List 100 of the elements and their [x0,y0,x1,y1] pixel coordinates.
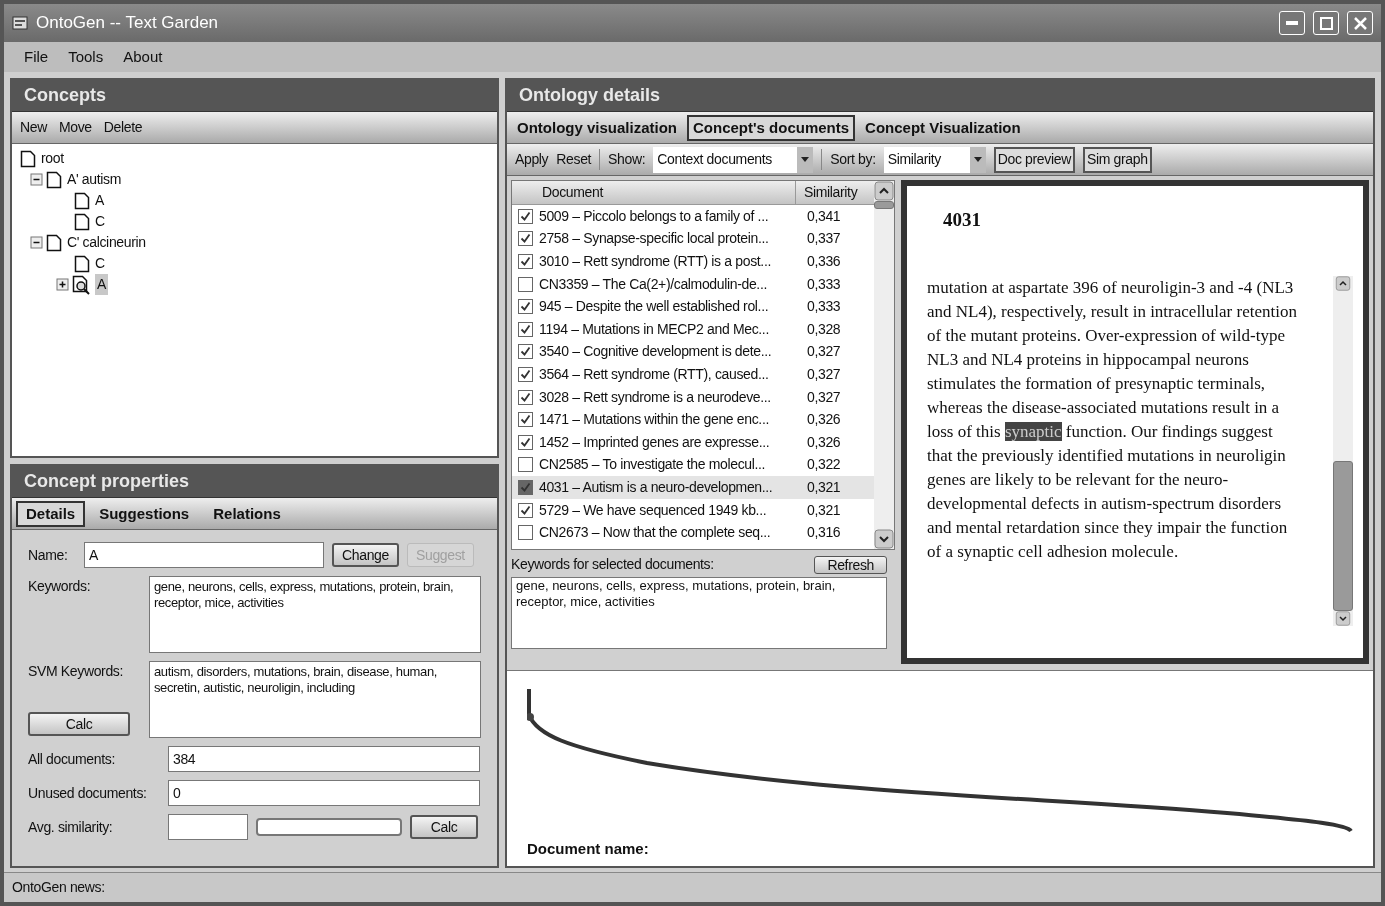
check-icon [520,391,531,403]
checkbox[interactable] [518,231,533,247]
document-icon [46,170,62,189]
table-cell-text: 945 – Despite the well established rol... [539,297,770,317]
keywords-box[interactable]: autism, disorders, mutations, brain, disease, human, secretin, autistic, neuroligin, including [148,661,481,738]
checkbox[interactable] [518,299,533,315]
dropdown[interactable]: Similarity [883,146,986,173]
maximize-button[interactable] [1313,11,1339,35]
checkbox[interactable] [518,479,533,495]
checkbox[interactable] [518,434,533,450]
dropdown[interactable]: Context documents [653,146,814,173]
checkbox[interactable] [518,321,533,337]
menu-item[interactable]: File [16,45,57,69]
document-title: 4031 [942,208,982,232]
column-header[interactable]: Similarity [796,181,870,204]
window-title: OntoGen -- Text Garden [36,12,219,35]
close-button[interactable] [1347,11,1373,35]
tree-item[interactable]: C [93,211,107,232]
document-icon [74,254,90,273]
toolbar-button[interactable]: Reset [556,149,592,170]
table-row[interactable]: 5729 – We have sequenced 1949 kb... 0,321 [512,498,874,522]
tab[interactable]: Relations [203,500,291,527]
checkbox[interactable] [518,525,533,541]
table-row[interactable]: 3564 – Rett syndrome (RTT), caused... 0,327 [512,363,874,386]
keywords-box[interactable]: gene, neurons, cells, express, mutations, protein, brain, receptor, mice, activities [148,576,481,653]
table-cell-text: 0,328 [806,319,842,339]
collapse-icon[interactable] [30,173,43,186]
scroll-up-icon [1333,276,1353,291]
table-row[interactable]: CN2585 – To investigate the molecul... 0,322 [512,453,874,477]
check-icon [520,323,531,335]
tree-item[interactable]: C' calcineurin [65,232,148,253]
scrollbar[interactable] [874,181,894,549]
table-row[interactable]: CN3359 – The Ca(2+)/calmodulin-de... 0,333 [512,272,874,296]
menu-item[interactable]: About [115,45,171,69]
table-row[interactable]: 1194 – Mutations in MECP2 and Mec... 0,328 [512,317,874,341]
value-field[interactable]: 0 [168,780,480,806]
checkbox[interactable] [518,366,533,382]
document-icon [74,212,90,231]
table-cell-text: 4031 – Autism is a neuro-developmen... [539,477,774,497]
scroll-thumb[interactable] [874,201,894,209]
tree-item[interactable]: C [93,253,107,274]
expand-icon[interactable] [56,278,69,291]
toolbar-button[interactable]: Apply [515,149,549,170]
checkbox[interactable] [518,276,533,292]
document-icon [74,191,90,210]
scrollbar[interactable] [1333,276,1353,626]
close-icon [1353,16,1367,30]
toolbar-button[interactable]: Delete [103,117,143,138]
table-row[interactable]: 945 – Despite the well established rol... 0,333 [512,295,874,318]
tree-item[interactable]: A' autism [65,169,123,190]
refresh-button[interactable]: Refresh [814,555,887,574]
table-cell-text: 2758 – Synapse-specific local protein... [539,229,770,249]
table-row[interactable]: 2758 – Synapse-specific local protein... 0,337 [512,227,874,251]
scroll-down-icon [1333,611,1353,626]
field-label: All documents: [28,749,116,769]
collapse-icon[interactable] [30,236,43,249]
table-row[interactable]: CN2673 – Now that the complete seq... 0,316 [512,521,874,544]
table-row[interactable]: 3540 – Cognitive development is dete... 0,327 [512,340,874,364]
toolbar-button[interactable]: New [20,117,47,138]
table-row[interactable]: 3010 – Rett syndrome (RTT) is a post... 0,336 [512,250,874,273]
calc-button[interactable]: Calc [410,815,478,839]
tree-item[interactable]: A [93,190,106,211]
toolbar-button[interactable]: Move [58,117,92,138]
tab[interactable]: Suggestions [89,500,200,527]
toolbar-button[interactable]: Sim graph [1082,146,1152,173]
checkbox[interactable] [518,389,533,405]
menu-item[interactable]: Tools [60,45,112,69]
column-header[interactable]: Document [512,181,796,204]
tab[interactable]: Ontology visualization [511,114,683,141]
tree-item[interactable]: A [95,274,108,295]
table-row[interactable]: 1471 – Mutations within the gene enc... 0,326 [512,408,874,431]
checkbox[interactable] [518,208,533,224]
table-row[interactable]: 4031 – Autism is a neuro-developmen... 0,321 [512,476,874,499]
scroll-up-icon [874,181,894,201]
table-cell-text: 3564 – Rett syndrome (RTT), caused... [539,364,770,384]
similarity-field[interactable] [168,814,248,840]
minimize-button[interactable] [1279,11,1305,35]
table-row[interactable]: 1452 – Imprinted genes are expresse... 0,326 [512,430,874,454]
checkbox[interactable] [518,254,533,269]
table-cell-text: 0,326 [806,410,842,430]
table-row[interactable]: 5009 – Piccolo belongs to a family of ... 0,341 [512,205,874,228]
table-cell-text: 0,326 [806,432,842,452]
checkbox[interactable] [518,457,533,473]
table-row[interactable]: 3028 – Rett syndrome is a neurodeve... 0,327 [512,385,874,409]
calc-button[interactable]: Calc [28,712,130,736]
tree-item[interactable]: root [39,148,66,169]
status-text: OntoGen news: [12,878,105,897]
action-button[interactable]: Change [332,543,399,567]
tab[interactable]: Concept Visualization [859,114,1027,141]
checkbox[interactable] [518,502,533,518]
checkbox[interactable] [518,412,533,428]
checkbox[interactable] [518,344,533,360]
name-field[interactable]: A [84,542,324,568]
tab[interactable]: Concept's documents [687,114,856,141]
table-cell-text: CN2673 – Now that the complete seq... [539,523,772,543]
scroll-thumb[interactable] [1333,461,1353,611]
value-field[interactable]: 384 [168,746,480,772]
tab[interactable]: Details [16,500,86,527]
toolbar-button[interactable]: Doc preview [993,146,1075,173]
keywords-box[interactable]: gene, neurons, cells, express, mutations, protein, brain, receptor, mice, activities [511,577,887,649]
